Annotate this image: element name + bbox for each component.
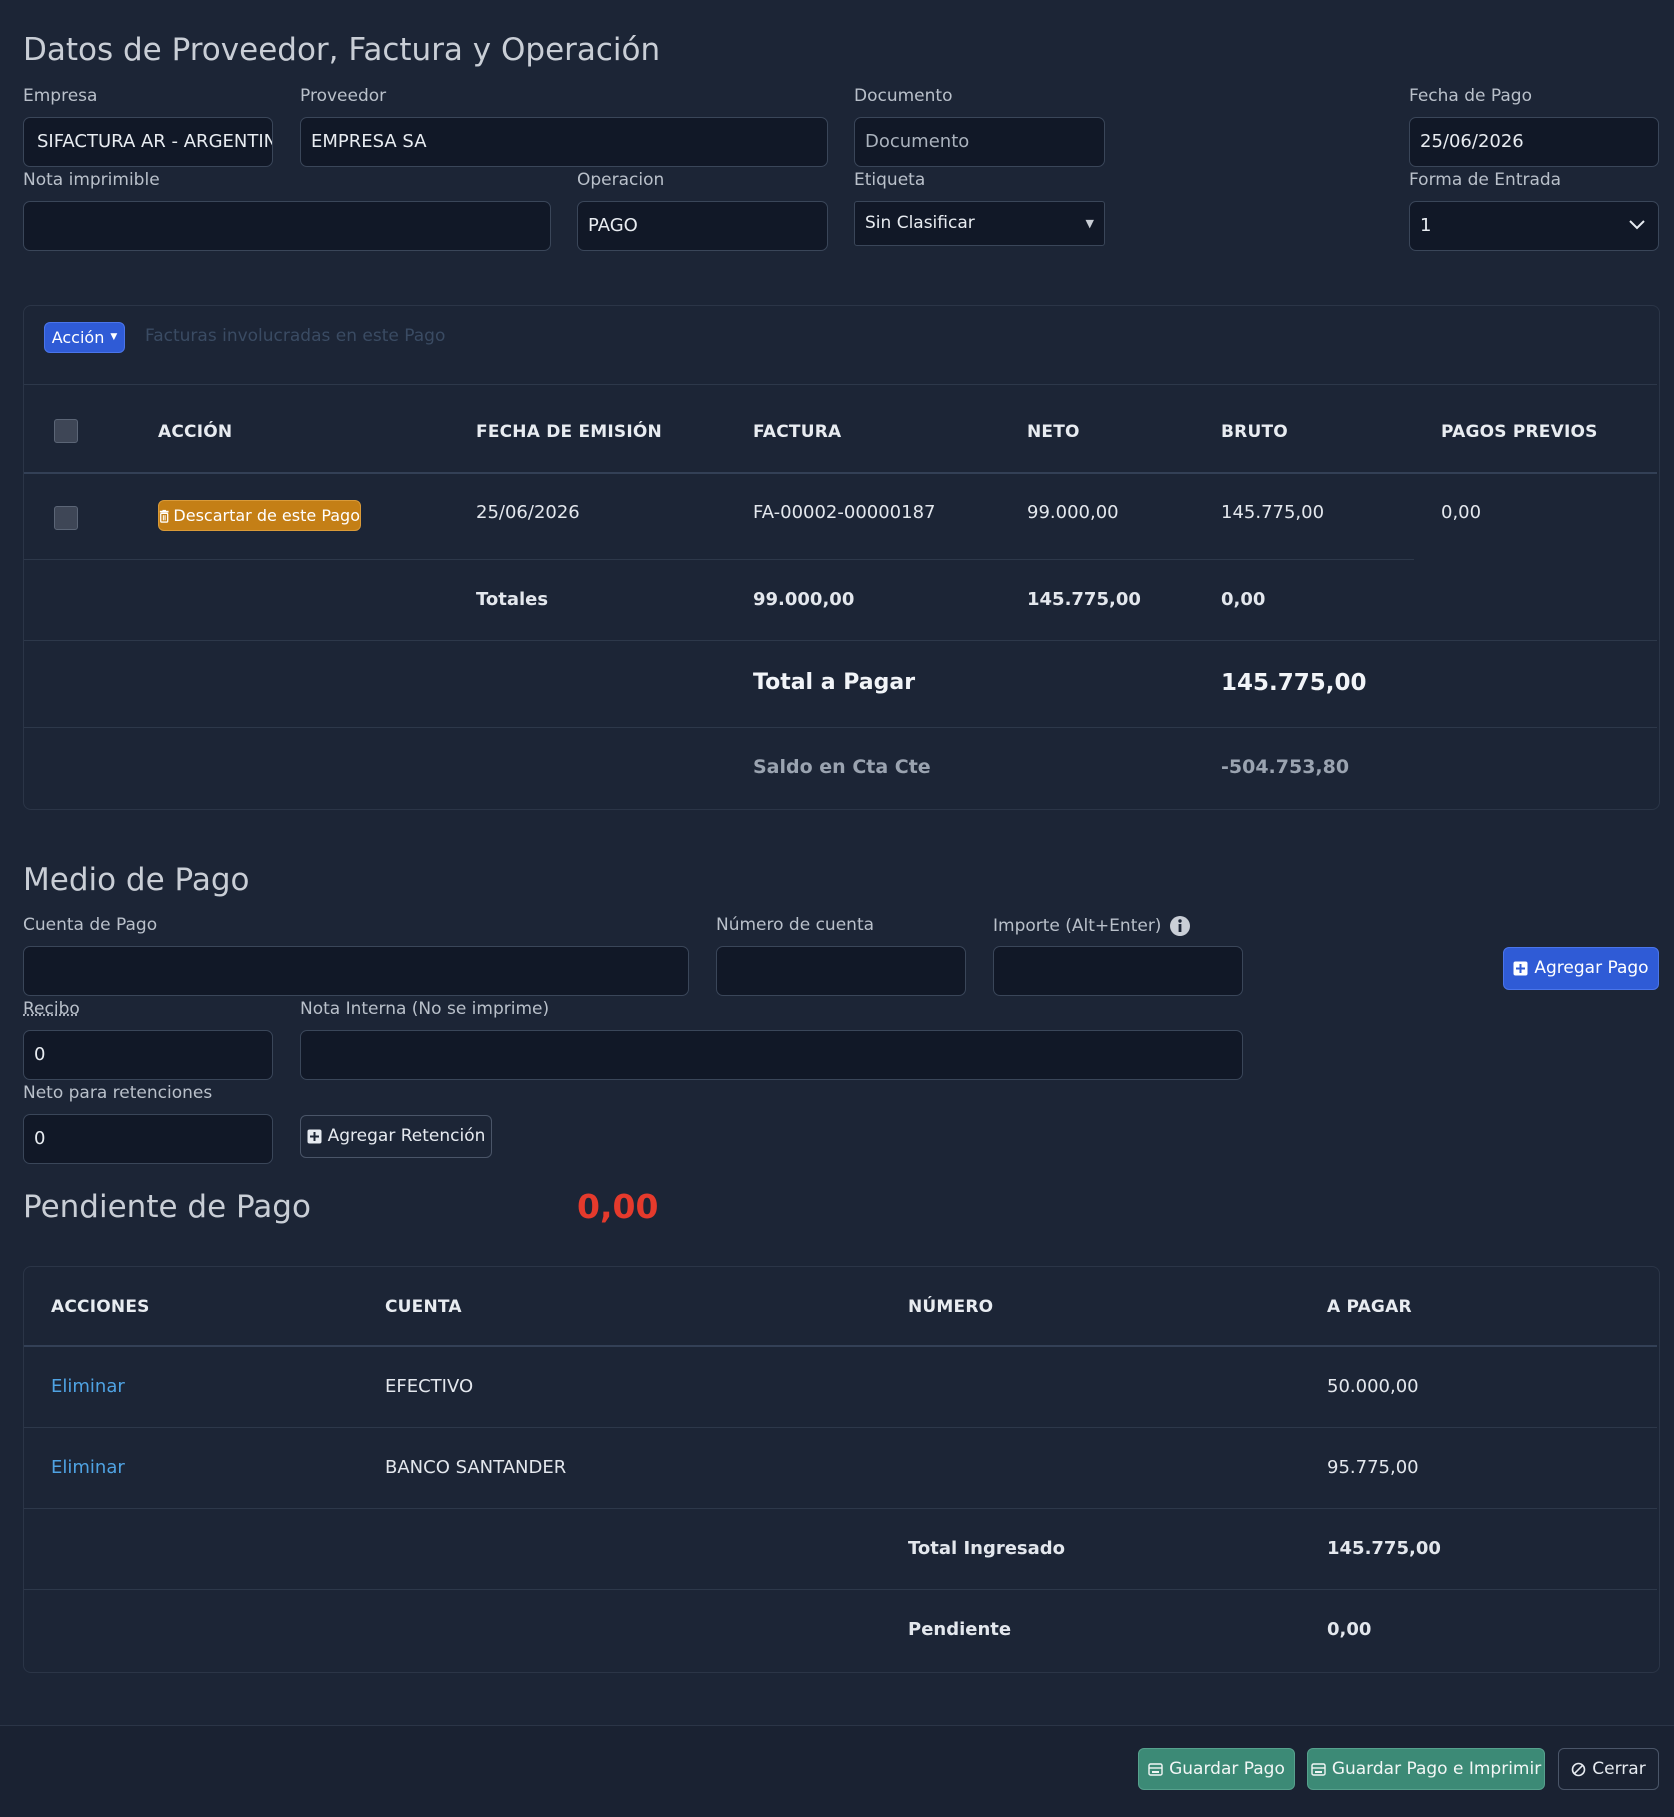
chevron-down-icon	[1628, 219, 1646, 231]
guardar-pago-button[interactable]: Guardar Pago	[1138, 1748, 1295, 1790]
facturas-card	[23, 305, 1660, 810]
operacion-field[interactable]: PAGO	[577, 201, 828, 251]
documento-field[interactable]: Documento	[854, 117, 1105, 167]
ban-icon	[1571, 1762, 1586, 1777]
pendiente-row-value: 0,00	[1327, 1619, 1371, 1640]
forma-entrada-label: Forma de Entrada	[1409, 170, 1561, 190]
fecha-pago-field[interactable]: 25/06/2026	[1409, 117, 1659, 167]
col-cuenta: CUENTA	[385, 1297, 462, 1317]
neto-retenciones-label: Neto para retenciones	[23, 1083, 212, 1103]
row-fecha: 25/06/2026	[476, 502, 580, 523]
page-title: Datos de Proveedor, Factura y Operación	[23, 32, 660, 68]
col-numero: NÚMERO	[908, 1297, 993, 1317]
totales-neto: 99.000,00	[753, 589, 854, 610]
nota-interna-input[interactable]	[300, 1030, 1243, 1080]
cuenta-pago-input[interactable]	[23, 946, 689, 996]
neto-retenciones-input[interactable]: 0	[23, 1114, 273, 1164]
col-a-pagar: A PAGAR	[1327, 1297, 1412, 1317]
cerrar-button[interactable]: Cerrar	[1558, 1748, 1659, 1790]
etiqueta-select[interactable]: Sin Clasificar ▼	[854, 201, 1105, 246]
col-acciones: ACCIONES	[51, 1297, 150, 1317]
row-pagos-previos: 0,00	[1441, 502, 1481, 523]
totales-bruto: 145.775,00	[1027, 589, 1141, 610]
col-neto: NETO	[1027, 422, 1080, 442]
cuenta-pago-label: Cuenta de Pago	[23, 915, 157, 935]
eliminar-link[interactable]: Eliminar	[51, 1457, 125, 1478]
pendiente-row-label: Pendiente	[908, 1619, 1011, 1640]
numero-cuenta-label: Número de cuenta	[716, 915, 874, 935]
total-ingresado-value: 145.775,00	[1327, 1538, 1441, 1559]
cerrar-label: Cerrar	[1592, 1761, 1645, 1778]
trash-icon	[159, 509, 169, 523]
eliminar-link[interactable]: Eliminar	[51, 1376, 125, 1397]
descartar-button[interactable]: Descartar de este Pago	[158, 500, 361, 531]
total-pagar-value: 145.775,00	[1221, 670, 1367, 696]
accion-dropdown-button[interactable]: Acción ▼	[44, 322, 125, 353]
proveedor-field[interactable]: EMPRESA SA	[300, 117, 828, 167]
importe-input[interactable]	[993, 946, 1243, 996]
documento-label: Documento	[854, 86, 952, 106]
nota-imprimible-label: Nota imprimible	[23, 170, 160, 190]
row-bruto: 145.775,00	[1221, 502, 1324, 523]
col-accion: ACCIÓN	[158, 422, 232, 442]
agregar-pago-button[interactable]: Agregar Pago	[1503, 947, 1659, 990]
agregar-retencion-label: Agregar Retención	[328, 1128, 486, 1145]
plus-square-icon	[1513, 961, 1528, 976]
select-all-checkbox[interactable]	[54, 419, 78, 443]
total-pagar-label: Total a Pagar	[753, 670, 915, 695]
saldo-value: -504.753,80	[1221, 756, 1349, 778]
etiqueta-value: Sin Clasificar	[865, 213, 975, 233]
accion-button-label: Acción	[52, 330, 105, 346]
numero-cuenta-input[interactable]	[716, 946, 966, 996]
pendiente-value: 0,00	[577, 1187, 658, 1226]
col-bruto: BRUTO	[1221, 422, 1288, 442]
col-fecha-emision: FECHA DE EMISIÓN	[476, 422, 662, 442]
etiqueta-label: Etiqueta	[854, 170, 925, 190]
totales-label: Totales	[476, 589, 548, 610]
agregar-retencion-button[interactable]: Agregar Retención	[300, 1115, 492, 1158]
recibo-input[interactable]: 0	[23, 1030, 273, 1080]
col-factura: FACTURA	[753, 422, 841, 442]
save-icon	[1311, 1763, 1326, 1776]
facturas-subtitle: Facturas involucradas en este Pago	[145, 326, 445, 346]
forma-entrada-value: 1	[1420, 215, 1431, 236]
nota-interna-label: Nota Interna (No se imprime)	[300, 999, 549, 1019]
pago-cuenta: BANCO SANTANDER	[385, 1457, 566, 1478]
save-icon	[1148, 1763, 1163, 1776]
operacion-label: Operacion	[577, 170, 664, 190]
agregar-pago-label: Agregar Pago	[1534, 960, 1648, 977]
info-icon[interactable]	[1169, 915, 1191, 937]
pago-cuenta: EFECTIVO	[385, 1376, 473, 1397]
descartar-label: Descartar de este Pago	[173, 508, 360, 524]
total-ingresado-label: Total Ingresado	[908, 1538, 1065, 1559]
totales-previos: 0,00	[1221, 589, 1265, 610]
caret-down-icon: ▼	[1086, 202, 1094, 245]
pago-a-pagar: 50.000,00	[1327, 1376, 1419, 1397]
proveedor-label: Proveedor	[300, 86, 386, 106]
pendiente-title: Pendiente de Pago	[23, 1189, 311, 1225]
recibo-label: Recibo	[23, 999, 80, 1019]
saldo-label: Saldo en Cta Cte	[753, 756, 931, 778]
pago-a-pagar: 95.775,00	[1327, 1457, 1419, 1478]
guardar-pago-label: Guardar Pago	[1169, 1761, 1285, 1778]
row-checkbox[interactable]	[54, 506, 78, 530]
importe-label: Importe (Alt+Enter)	[993, 916, 1161, 936]
plus-square-icon	[307, 1129, 322, 1144]
importe-label-group: Importe (Alt+Enter)	[993, 915, 1191, 937]
forma-entrada-select[interactable]: 1	[1409, 201, 1659, 251]
col-pagos-previos: PAGOS PREVIOS	[1441, 422, 1598, 442]
empresa-label: Empresa	[23, 86, 97, 106]
guardar-imprimir-button[interactable]: Guardar Pago e Imprimir	[1307, 1748, 1545, 1790]
row-factura: FA-00002-00000187	[753, 502, 936, 523]
empresa-field[interactable]: SIFACTURA AR - ARGENTINA	[23, 117, 273, 167]
caret-down-icon: ▼	[110, 333, 117, 342]
row-neto: 99.000,00	[1027, 502, 1119, 523]
nota-imprimible-field[interactable]	[23, 201, 551, 251]
fecha-pago-label: Fecha de Pago	[1409, 86, 1532, 106]
guardar-imprimir-label: Guardar Pago e Imprimir	[1332, 1761, 1541, 1778]
medio-title: Medio de Pago	[23, 862, 249, 898]
